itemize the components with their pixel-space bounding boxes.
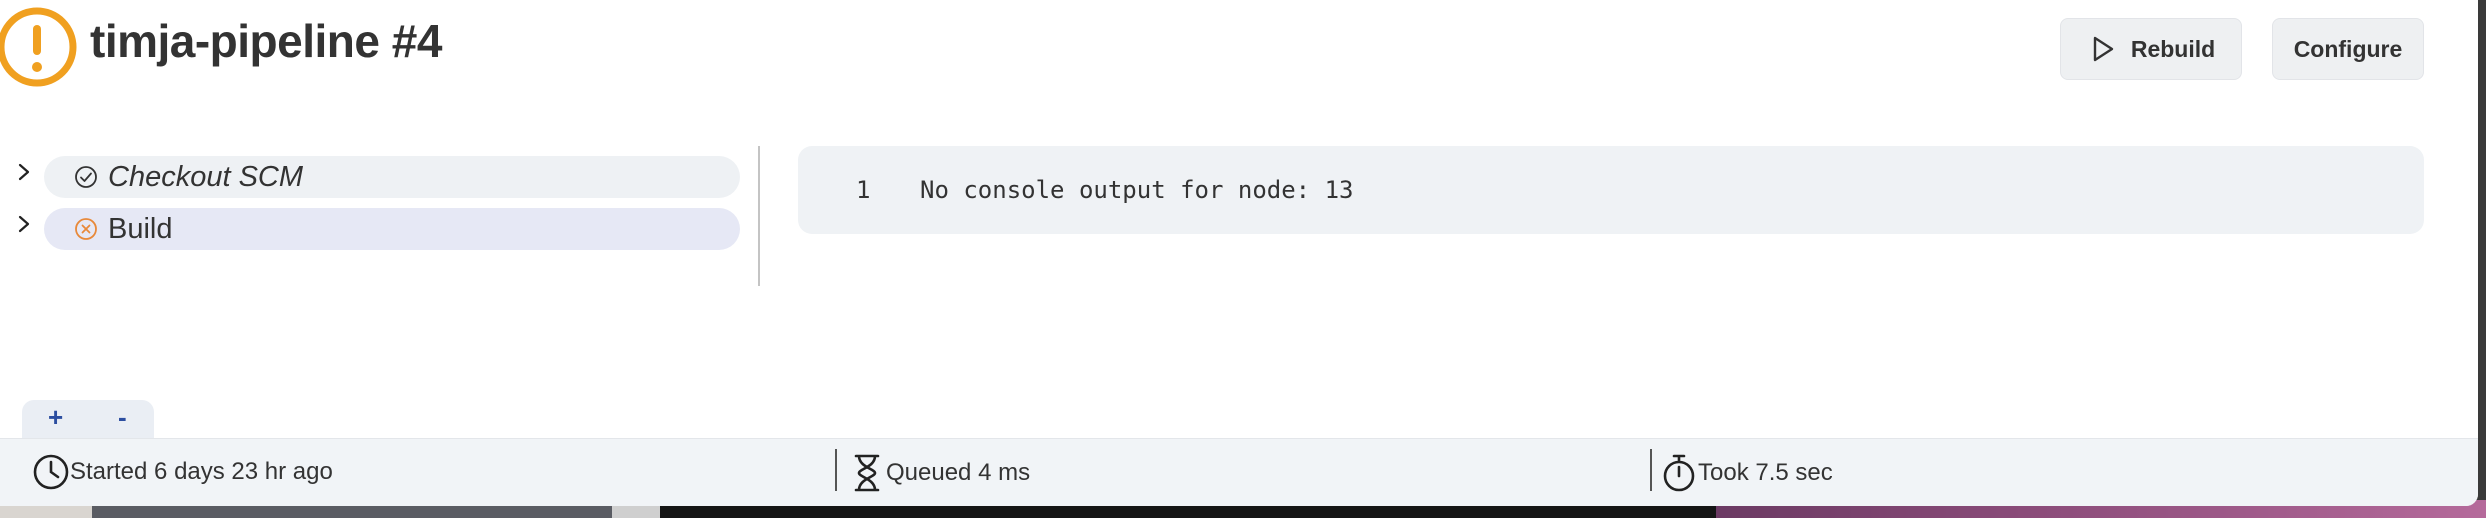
check-circle-icon bbox=[75, 166, 97, 188]
stage-label: Checkout SCM bbox=[108, 160, 304, 193]
stage-checkout-scm[interactable]: Checkout SCM bbox=[44, 156, 740, 198]
configure-button[interactable]: Configure bbox=[2272, 18, 2424, 80]
play-icon bbox=[2093, 36, 2114, 62]
zoom-controls: + - bbox=[22, 400, 154, 440]
build-footer: Started 6 days 23 hr ago Queued 4 ms Too… bbox=[0, 438, 2478, 506]
rebuild-button[interactable]: Rebuild bbox=[2060, 18, 2242, 80]
started-text: Started 6 days 23 hr ago bbox=[70, 458, 333, 485]
clock-icon bbox=[33, 454, 69, 490]
console-output: 1 No console output for node: 13 bbox=[798, 146, 2424, 234]
stage-label: Build bbox=[108, 212, 173, 245]
queued-text: Queued 4 ms bbox=[886, 459, 1031, 486]
x-circle-icon bbox=[75, 218, 97, 240]
footer-divider bbox=[1650, 449, 1652, 491]
pane-divider[interactable] bbox=[758, 146, 760, 286]
chevron-right-icon[interactable] bbox=[14, 162, 34, 182]
stopwatch-icon bbox=[1663, 454, 1695, 492]
duration-info: Took 7.5 sec bbox=[1660, 453, 1833, 493]
started-info: Started 6 days 23 hr ago bbox=[32, 453, 333, 491]
page-title: timja-pipeline #4 bbox=[90, 15, 442, 67]
console-line-number[interactable]: 1 bbox=[856, 176, 870, 204]
build-window: timja-pipeline #4 Rebuild Configure Chec… bbox=[0, 0, 2478, 506]
warning-status-icon bbox=[0, 7, 77, 87]
footer-divider bbox=[835, 449, 837, 491]
took-text: Took 7.5 sec bbox=[1698, 459, 1833, 486]
console-line-text: No console output for node: 13 bbox=[920, 176, 1354, 204]
configure-label: Configure bbox=[2293, 35, 2403, 62]
queued-info: Queued 4 ms bbox=[852, 453, 1030, 493]
stage-build[interactable]: Build bbox=[44, 208, 740, 250]
rebuild-label: Rebuild bbox=[2130, 35, 2216, 62]
chevron-right-icon[interactable] bbox=[14, 214, 34, 234]
zoom-in-button[interactable]: + bbox=[48, 402, 63, 433]
zoom-out-button[interactable]: - bbox=[118, 402, 127, 433]
hourglass-icon bbox=[854, 454, 880, 492]
